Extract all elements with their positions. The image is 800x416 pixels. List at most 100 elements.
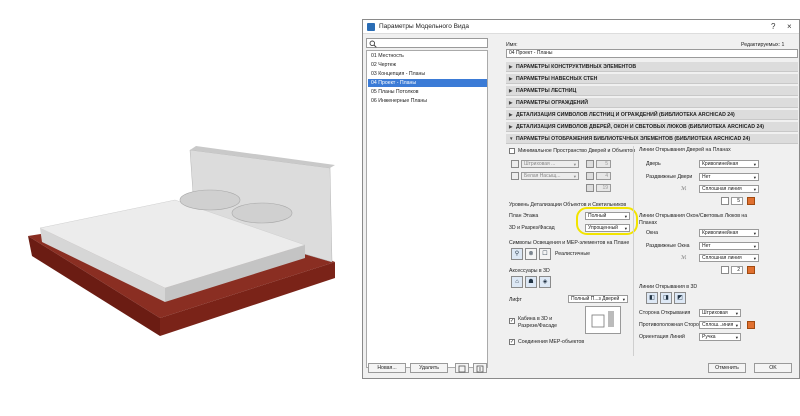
accessory-icon-3[interactable]: ◈ [539,276,551,288]
pen-icon [721,197,729,205]
sliding-door-select[interactable]: Нет ▾ [699,173,759,181]
close-icon[interactable]: × [787,22,792,31]
chevron-down-icon: ▾ [735,323,738,328]
pen-icon [586,160,594,168]
cancel-button[interactable]: Отменить [708,363,746,373]
expand-arrow-icon: ▶ [509,112,513,117]
import-icon [458,365,466,373]
lighting-symbol-icon[interactable]: ⚲ [511,248,523,260]
expand-arrow-icon: ▶ [509,100,513,105]
door-pen-field[interactable]: 5 [731,197,743,205]
window-value: Криволинейная [702,230,739,236]
cabin-label: Кабина в 3D и Разрезе/Фасаде [518,316,558,329]
lighting-square-icon[interactable]: ☐ [539,248,551,260]
opening-3d-icon-1[interactable]: ◧ [646,292,658,304]
section-railings[interactable]: ▶ ПАРАМЕТРЫ ОГРАЖДЕНИЙ [506,98,798,108]
list-item[interactable]: 06 Инженерные Планы [368,97,487,105]
list-item-selected[interactable]: 04 Проект - Планы [368,79,487,87]
import-button[interactable] [455,363,469,373]
door-line-type-value: Сплошная линия [702,186,742,192]
opening-3d-icon-2[interactable]: ◨ [660,292,672,304]
section-curtain-walls[interactable]: ▶ ПАРАМЕТРЫ НАВЕСНЫХ СТЕН [506,74,798,84]
section-title: ПАРАМЕТРЫ КОНСТРУКТИВНЫХ ЭЛЕМЕНТОВ [516,64,637,70]
new-button[interactable]: Новая... [368,363,406,373]
line-type-value: Штриховая ... [524,161,556,167]
expand-arrow-icon: ▶ [509,64,513,69]
chevron-down-icon: ▾ [753,175,756,180]
section-title: ПАРАМЕТРЫ НАВЕСНЫХ СТЕН [516,76,598,82]
opening-side-select[interactable]: Штриховая ▾ [699,309,741,317]
accessory-icon-1[interactable]: ⌂ [511,276,523,288]
lighting-label: Символы Освещения и MEP-элементов на Пла… [509,240,630,246]
view-name-field[interactable]: 04 Проект - Планы [506,49,798,58]
pen-color-swatch[interactable] [747,197,755,205]
view-list[interactable]: 01 Местность 02 Чертеж 03 Концепция - Пл… [366,50,488,368]
expand-arrow-icon: ▶ [509,76,513,81]
floor-plan-label: План Этажа [509,213,539,219]
search-input[interactable] [366,38,488,48]
pen-color-swatch[interactable] [747,266,755,274]
pen-number-field[interactable]: 4 [596,172,611,180]
orientation-label: Ориентация Линий [639,334,685,340]
min-space-checkbox[interactable] [509,148,515,154]
line-type-icon: ℳ [681,255,687,261]
line-type-select[interactable]: Штриховая ... ▾ [521,160,579,168]
archicad-app-icon [367,23,375,31]
accessory-icon-2[interactable]: ☗ [525,276,537,288]
chevron-down-icon: ▾ [753,256,756,261]
ok-button[interactable]: OK [754,363,792,373]
list-item[interactable]: 05 Планы Потолков [368,88,487,96]
expand-arrow-icon: ▶ [509,124,513,129]
realistic-label: Реалистичные [555,251,590,257]
pen-number-field[interactable]: 5 [596,160,611,168]
pen-number-field[interactable]: 19 [596,184,611,192]
title-bar: Параметры Модельного Вида ? × [363,20,799,34]
chevron-down-icon: ▾ [753,231,756,236]
opening-3d-icon-3[interactable]: ◩ [674,292,686,304]
editable-count: Редактируемых: 1 [741,42,785,48]
sliding-window-select[interactable]: Нет ▾ [699,242,759,250]
view-list-panel: 01 Местность 02 Чертеж 03 Концепция - Пл… [366,36,488,372]
mep-connections-checkbox[interactable]: ✓ [509,339,515,345]
list-item[interactable]: 02 Чертеж [368,61,487,69]
section-title: ПАРАМЕТРЫ ОГРАЖДЕНИЙ [516,100,588,106]
lift-preview-image [585,306,621,334]
door-line-type-select[interactable]: Сплошная линия ▾ [699,185,759,193]
search-icon [369,40,377,48]
section-library-display[interactable]: ▼ ПАРАМЕТРЫ ОТОБРАЖЕНИЯ БИБЛИОТЕЧНЫХ ЭЛЕМ… [506,134,798,144]
export-button[interactable] [473,363,487,373]
lift-select[interactable]: Полный П...з Дверей ▾ [568,295,628,303]
section-stair-symbols[interactable]: ▶ ДЕТАЛИЗАЦИЯ СИМВОЛОВ ЛЕСТНИЦ И ОГРАЖДЕН… [506,110,798,120]
lighting-circle-icon[interactable]: ⊗ [525,248,537,260]
opposite-side-select[interactable]: Сплош...иния ▾ [699,321,741,329]
pen-icon [721,266,729,274]
section-title: ПАРАМЕТРЫ ОТОБРАЖЕНИЯ БИБЛИОТЕЧНЫХ ЭЛЕМЕ… [516,136,751,142]
orientation-select[interactable]: Ручка ▾ [699,333,741,341]
chevron-down-icon: ▾ [735,311,738,316]
lift-value: Полный П...з Дверей [571,296,620,302]
section-structural-elements[interactable]: ▶ ПАРАМЕТРЫ КОНСТРУКТИВНЫХ ЭЛЕМЕНТОВ [506,62,798,72]
section-stairs[interactable]: ▶ ПАРАМЕТРЫ ЛЕСТНИЦ [506,86,798,96]
lift-label: Лифт [509,297,522,303]
fill-type-value: Белая Насыщ... [524,173,561,179]
door-label: Дверь [646,161,661,167]
window-line-type-select[interactable]: Сплошная линия ▾ [699,254,759,262]
door-value: Криволинейная [702,161,739,167]
mep-connections-label: Соединения MEP-объектов [518,339,585,345]
help-button[interactable]: ? [771,22,775,31]
chevron-down-icon: ▾ [735,335,738,340]
lift-preview-icon [591,311,614,328]
window-select[interactable]: Криволинейная ▾ [699,229,759,237]
name-label: Имя: [506,42,518,48]
section-door-window-symbols[interactable]: ▶ ДЕТАЛИЗАЦИЯ СИМВОЛОВ ДВЕРЕЙ, ОКОН И СВЕ… [506,122,798,132]
list-item[interactable]: 03 Концепция - Планы [368,70,487,78]
window-pen-field[interactable]: 2 [731,266,743,274]
window-lines-title: Линии Открывания Окон/Световых Люков на … [639,213,748,226]
list-item[interactable]: 01 Местность [368,52,487,60]
cabin-checkbox[interactable]: ✓ [509,318,515,324]
delete-button[interactable]: Удалить [410,363,448,373]
fill-type-select[interactable]: Белая Насыщ... ▾ [521,172,579,180]
pillow-right [231,202,293,224]
pen-color-swatch[interactable] [747,321,755,329]
door-select[interactable]: Криволинейная ▾ [699,160,759,168]
